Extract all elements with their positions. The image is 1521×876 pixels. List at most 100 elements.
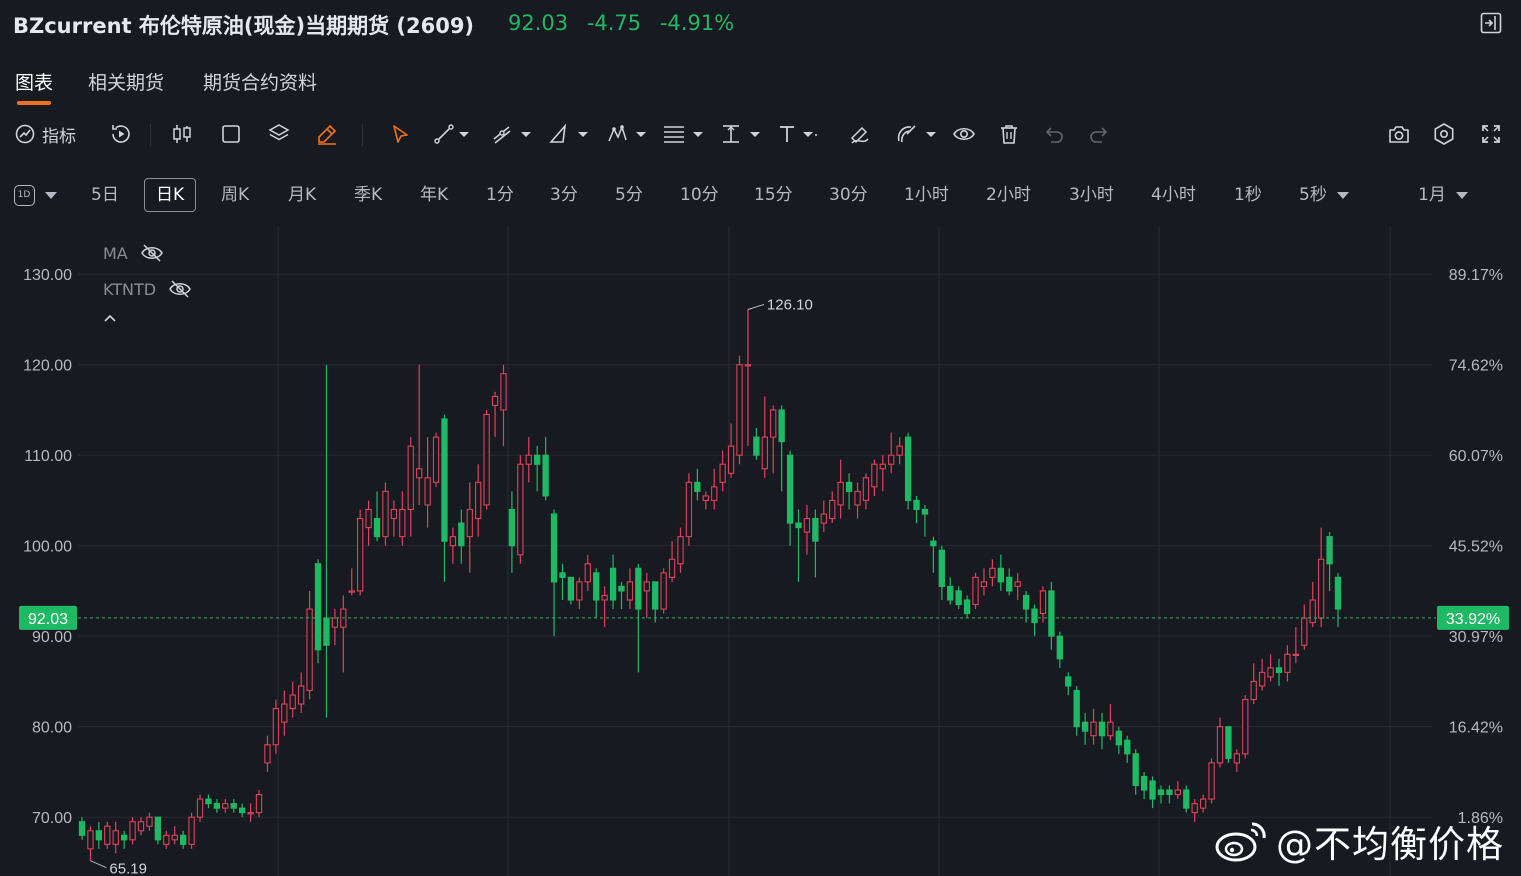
watermark-text: @不均衡价格 [1276,823,1504,866]
y-tick-label-left: 70.00 [32,810,72,827]
cursor-button[interactable] [389,120,411,148]
y-tick-label-left: 90.00 [32,629,72,646]
period-8[interactable]: 5分 [615,178,643,212]
candle-type-button[interactable] [171,120,193,148]
period-17[interactable]: 5秒 [1299,178,1349,212]
tab-related-futures[interactable]: 相关期货 [88,68,164,95]
period-10[interactable]: 15分 [754,178,793,212]
pencil-icon [318,124,337,145]
period-11[interactable]: 30分 [829,178,868,212]
period-16[interactable]: 1秒 [1234,178,1262,212]
period-4[interactable]: 季K [354,178,382,212]
candle-body [323,617,330,646]
chart-type-selector[interactable]: 1D [13,178,57,212]
delete-button[interactable] [998,120,1020,148]
period-label: 日K [156,185,185,205]
period-12[interactable]: 1小时 [904,178,949,212]
y-tick-label-left: 110.00 [24,448,72,465]
text-button[interactable] [777,120,817,148]
eye-off-icon[interactable] [140,243,164,263]
chevron-down-icon [44,191,57,199]
period-label: 10分 [680,185,719,205]
fib-button[interactable] [662,120,704,148]
period-1[interactable]: 日K [144,178,197,212]
page-title: BZcurrent 布伦特原油(现金)当期期货 (2609) [13,14,475,38]
layers-button[interactable] [267,120,291,148]
trash-icon [1001,125,1017,144]
period-14[interactable]: 3小时 [1069,178,1114,212]
candle-body [1242,698,1249,755]
period-label: 5日 [91,185,119,205]
candle-body [921,508,929,515]
header: BZcurrent 布伦特原油(现金)当期期货 (2609) 92.03 -4.… [0,0,1521,48]
period-label: 1小时 [904,185,949,205]
indicator-icon [15,124,35,144]
candle-body [255,794,263,814]
collapse-panel-button[interactable] [1480,12,1502,34]
candle-body [955,590,962,606]
quote: 92.03 -4.75 -4.91% [508,11,746,35]
candle-body [795,522,802,529]
candle-body [1183,789,1190,809]
magnet-button[interactable] [895,120,937,148]
undo-button[interactable] [1043,120,1065,148]
replay-button[interactable] [109,120,133,148]
period-9[interactable]: 10分 [680,178,719,212]
y-tick-label-right: 30.97% [1449,629,1503,646]
candle-body [963,599,971,615]
visibility-button[interactable] [952,120,976,148]
candle-body [534,454,541,465]
settings-button[interactable] [1432,120,1456,148]
chevron-up-icon[interactable] [103,313,117,323]
candle-body [441,418,448,542]
period-7[interactable]: 3分 [550,178,578,212]
screenshot-button[interactable] [1387,120,1411,148]
candle-body [744,364,752,367]
indicator-button[interactable]: 指标 [14,120,76,148]
multi-line-button[interactable] [491,120,531,148]
indicator-ma[interactable]: MA [103,240,164,266]
candle-body [1048,590,1055,637]
rectangle-button[interactable] [220,120,242,148]
pattern-icon [608,124,646,142]
candle-body [272,708,280,746]
triangle-button[interactable] [548,120,588,148]
pattern-button[interactable] [606,120,646,148]
candle-body [685,481,693,538]
tab-chart[interactable]: 图表 [15,68,53,105]
fullscreen-icon [1482,125,1500,143]
candlestick-chart[interactable]: 130.00 89.17% 120.00 74.62% 110.00 60.07% 100.… [0,226,1521,876]
fullscreen-button[interactable] [1480,120,1502,148]
pencil-button[interactable] [315,120,339,148]
candle-body [1090,721,1097,737]
period-3[interactable]: 月K [288,178,316,212]
period-15[interactable]: 4小时 [1151,178,1196,212]
brush-button[interactable] [849,120,871,148]
magnet-icon [897,125,936,143]
candle-body [938,549,945,587]
period-5[interactable]: 年K [420,178,448,212]
period-6[interactable]: 1分 [486,178,514,212]
candle-body [466,508,473,538]
candle-body [1208,762,1215,800]
period-2[interactable]: 周K [221,178,249,212]
candle-body [727,445,735,474]
candle-body [837,481,844,506]
candle-body [1149,780,1156,800]
indicator-ktntd[interactable]: KTNTD [103,276,192,302]
candle-body [854,490,861,506]
candle-body [314,563,322,651]
period-13[interactable]: 2小时 [986,178,1031,212]
tab-contract-info[interactable]: 期货合约资料 [203,68,317,95]
candle-body [1115,730,1122,746]
candle-body [95,830,103,841]
redo-button[interactable] [1088,120,1110,148]
trend-line-button[interactable] [433,120,469,148]
period-0[interactable]: 5日 [91,178,119,212]
measure-button[interactable] [720,120,760,148]
range-selector[interactable]: 1月 [1414,178,1472,212]
candle-body [845,481,853,492]
candle-body [78,821,86,836]
eye-off-icon[interactable] [168,279,192,299]
fib-icon [664,126,703,143]
